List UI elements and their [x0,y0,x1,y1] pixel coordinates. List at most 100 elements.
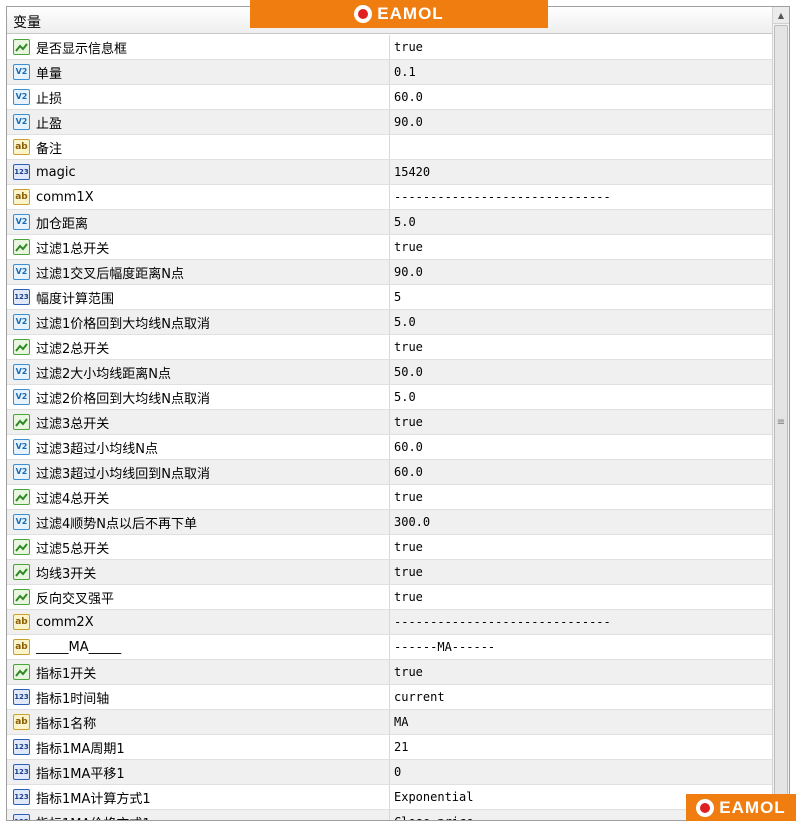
parameter-value[interactable]: 0 [394,760,401,784]
string-type-icon: ab [13,714,30,730]
parameter-value[interactable]: 21 [394,735,408,759]
parameter-value[interactable]: 60.0 [394,460,423,484]
parameter-value[interactable]: true [394,410,423,434]
parameter-value[interactable]: 300.0 [394,510,430,534]
parameter-row[interactable]: 过滤3总开关 true [7,410,773,435]
parameter-row[interactable]: 是否显示信息框 true [7,35,773,60]
parameter-name-cell: V2 过滤3超过小均线N点 [7,435,390,459]
parameter-value[interactable]: 60.0 [394,435,423,459]
parameter-row[interactable]: V2 止盈 90.0 [7,110,773,135]
parameter-name: 过滤1交叉后幅度距离N点 [36,266,184,282]
parameter-row[interactable]: 过滤2总开关 true [7,335,773,360]
vertical-scrollbar[interactable]: ▲ ≡ [772,7,789,820]
parameter-row[interactable]: 均线3开关 true [7,560,773,585]
double-type-icon: V2 [13,264,30,280]
parameter-name: 过滤2价格回到大均线N点取消 [36,391,210,407]
parameter-row[interactable]: 123 magic 15420 [7,160,773,185]
parameter-name-cell: 反向交叉强平 [7,585,390,609]
parameter-row[interactable]: V2 过滤1交叉后幅度距离N点 90.0 [7,260,773,285]
parameter-row[interactable]: 123 指标1MA平移1 0 [7,760,773,785]
string-type-icon: ab [13,639,30,655]
parameter-row[interactable]: ab _____MA_____ ------MA------ [7,635,773,660]
parameter-row[interactable]: 指标1开关 true [7,660,773,685]
parameter-name-cell: 过滤3总开关 [7,410,390,434]
parameter-row[interactable]: 反向交叉强平 true [7,585,773,610]
parameter-name: 指标1开关 [36,666,97,682]
parameter-value[interactable]: ------------------------------ [394,610,611,634]
parameter-row[interactable]: ab comm1X ------------------------------ [7,185,773,210]
parameter-value[interactable]: current [394,685,445,709]
parameter-value[interactable]: true [394,35,423,59]
parameter-row[interactable]: V2 过滤1价格回到大均线N点取消 5.0 [7,310,773,335]
parameter-value[interactable]: true [394,585,423,609]
parameter-value[interactable]: 0.1 [394,60,416,84]
parameter-name: comm2X [36,614,94,630]
parameter-value[interactable]: true [394,535,423,559]
parameter-value[interactable]: 60.0 [394,85,423,109]
parameter-row[interactable]: 过滤4总开关 true [7,485,773,510]
parameter-row[interactable]: ab comm2X ------------------------------ [7,610,773,635]
watermark-text: EAMOL [719,797,786,817]
int-type-icon: 123 [13,164,30,180]
parameter-row[interactable]: 123 指标1MA周期1 21 [7,735,773,760]
bool-type-icon [13,39,30,55]
parameter-name-cell: V2 止盈 [7,110,390,134]
bool-type-icon [13,489,30,505]
string-type-icon: ab [13,189,30,205]
parameter-name: comm1X [36,189,94,205]
parameter-value[interactable]: true [394,235,423,259]
parameter-value[interactable]: 15420 [394,160,430,184]
parameter-value[interactable]: ------MA------ [394,635,495,659]
parameter-value[interactable]: Exponential [394,785,473,809]
parameter-row[interactable]: 123 指标1MA计算方式1 Exponential [7,785,773,810]
parameter-value[interactable]: 5.0 [394,310,416,334]
parameter-row[interactable]: ab 指标1名称 MA [7,710,773,735]
parameter-value[interactable]: 5.0 [394,385,416,409]
parameter-value[interactable]: Close price [394,810,473,820]
parameter-value[interactable]: true [394,560,423,584]
parameter-row[interactable]: 过滤1总开关 true [7,235,773,260]
parameter-value[interactable]: true [394,485,423,509]
parameter-name-cell: 过滤1总开关 [7,235,390,259]
parameter-name-cell: ab 指标1名称 [7,710,390,734]
parameter-value[interactable]: MA [394,710,408,734]
parameter-row[interactable]: 123 指标1时间轴 current [7,685,773,710]
parameter-name-cell: 123 幅度计算范围 [7,285,390,309]
parameter-name: 止盈 [36,116,63,132]
parameter-row[interactable]: V2 过滤4顺势N点以后不再下单 300.0 [7,510,773,535]
bool-type-icon [13,239,30,255]
parameter-row[interactable]: V2 单量 0.1 [7,60,773,85]
parameter-name: 过滤4顺势N点以后不再下单 [36,516,197,532]
parameter-name: 指标1时间轴 [36,691,110,707]
scrollbar-thumb[interactable]: ≡ [774,25,788,820]
parameter-row[interactable]: 123 指标1MA价格方式1 Close price [7,810,773,820]
parameter-row[interactable]: V2 加仓距离 5.0 [7,210,773,235]
parameter-row[interactable]: V2 止损 60.0 [7,85,773,110]
parameter-value[interactable]: 90.0 [394,110,423,134]
parameter-row[interactable]: V2 过滤3超过小均线N点 60.0 [7,435,773,460]
parameter-name-cell: ab comm2X [7,610,390,634]
parameter-value[interactable]: 50.0 [394,360,423,384]
parameter-name: 备注 [36,141,63,157]
parameter-row[interactable]: 过滤5总开关 true [7,535,773,560]
parameter-name: 指标1MA平移1 [36,766,125,782]
parameter-value[interactable]: ------------------------------ [394,185,611,209]
parameter-name: 过滤3超过小均线回到N点取消 [36,466,210,482]
parameter-row[interactable]: V2 过滤2大小均线距离N点 50.0 [7,360,773,385]
parameter-name: 加仓距离 [36,216,89,232]
parameter-value[interactable]: true [394,660,423,684]
parameter-row[interactable]: ab 备注 [7,135,773,160]
parameter-row[interactable]: 123 幅度计算范围 5 [7,285,773,310]
parameter-value[interactable]: 5.0 [394,210,416,234]
parameter-row[interactable]: V2 过滤3超过小均线回到N点取消 60.0 [7,460,773,485]
double-type-icon: V2 [13,389,30,405]
parameter-value[interactable]: 5 [394,285,401,309]
parameter-row[interactable]: V2 过滤2价格回到大均线N点取消 5.0 [7,385,773,410]
parameter-name-cell: V2 加仓距离 [7,210,390,234]
parameter-value[interactable]: true [394,335,423,359]
parameter-value[interactable]: 90.0 [394,260,423,284]
string-type-icon: ab [13,614,30,630]
scroll-up-button[interactable]: ▲ [773,7,789,24]
bool-type-icon [13,664,30,680]
parameter-name-cell: 123 指标1MA周期1 [7,735,390,759]
